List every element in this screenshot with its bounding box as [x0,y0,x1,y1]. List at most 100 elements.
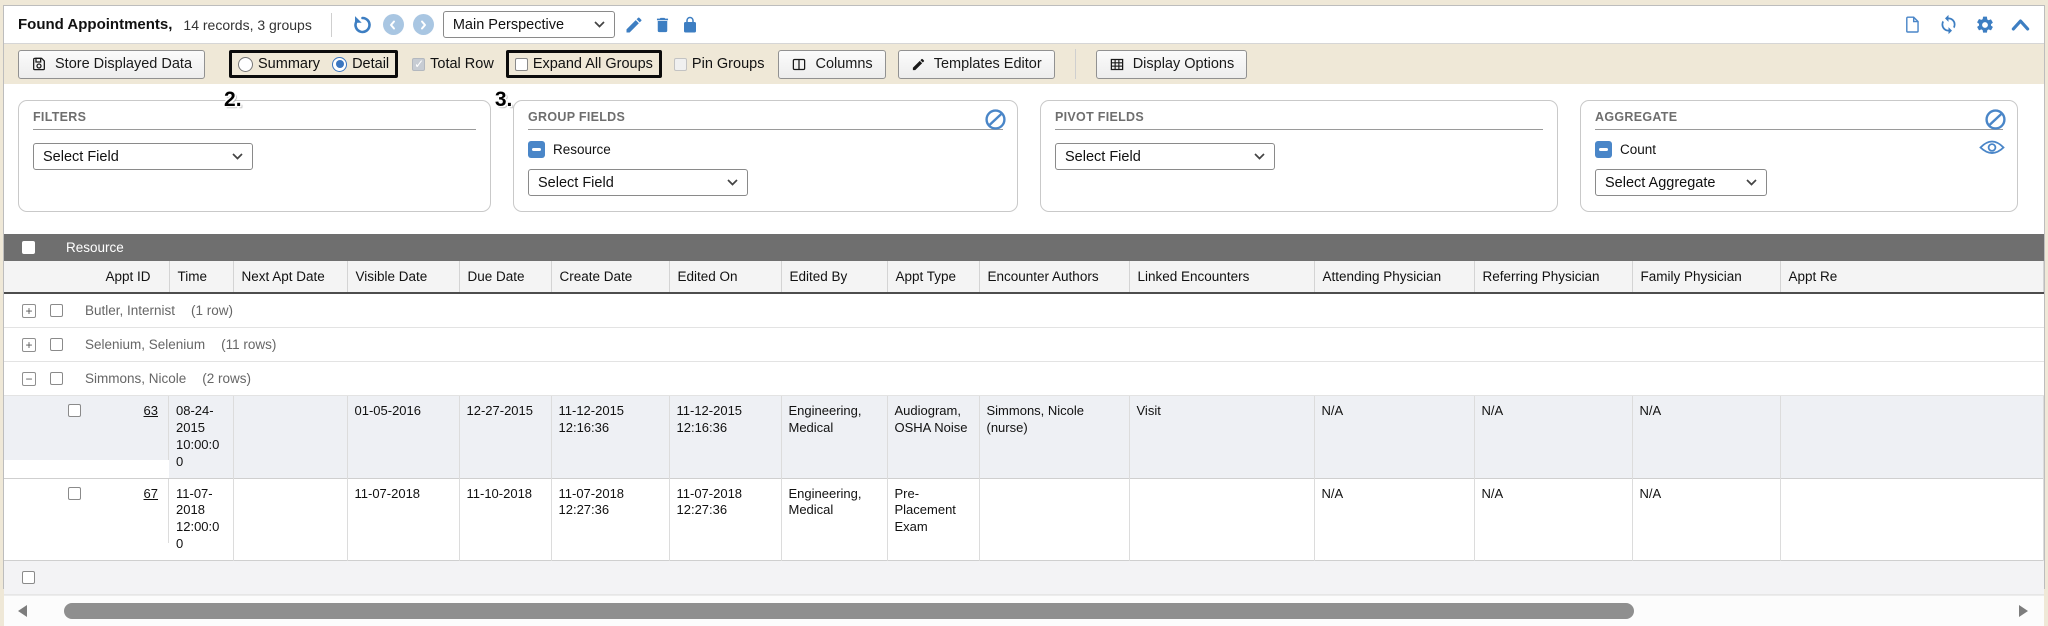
expand-all-groups-checkbox[interactable] [515,58,528,71]
select-aggregate[interactable]: Select Aggregate [1595,169,1767,196]
cell-family-physician: N/A [1632,396,1780,479]
col-header-attending-physician[interactable]: Attending Physician [1314,261,1474,293]
aggregate-visibility-button[interactable] [1979,139,2005,156]
col-header-appt-re[interactable]: Appt Re [1780,261,2044,293]
select-all-checkbox[interactable] [22,241,35,254]
aggregate-item-count[interactable]: Count [1595,141,2003,158]
aggregate-item-label: Count [1620,142,1656,157]
edit-perspective-button[interactable] [624,15,644,35]
col-header-next-apt-date[interactable]: Next Apt Date [233,261,347,293]
summary-radio[interactable] [238,57,253,72]
circle-slash-icon [984,108,1007,131]
group-checkbox[interactable] [50,304,63,317]
blank-page-icon [1903,14,1922,35]
appt-id-link[interactable]: 63 [144,403,158,420]
undo-button[interactable] [351,13,374,36]
table-row-appt-63: 63 08-24-2015 10:00:00 01-05-2016 12-27-… [4,396,2044,479]
chevron-left-icon [387,19,399,31]
summary-radio-group[interactable]: Summary [238,56,320,72]
cell-create-date: 11-12-2015 12:16:36 [551,396,669,479]
filters-card: FILTERS Select Field [18,100,491,212]
cell-linked-encounters: Visit [1129,396,1314,479]
new-document-button[interactable] [1903,14,1922,35]
total-row-checkbox[interactable] [412,58,425,71]
col-header-referring-physician[interactable]: Referring Physician [1474,261,1632,293]
total-row-label: Total Row [430,56,494,72]
cell-edited-on: 11-07-2018 12:27:36 [669,478,781,561]
expand-toggle[interactable]: + [22,338,36,352]
pivot-fields-select-field[interactable]: Select Field [1055,143,1275,170]
col-header-appt-id[interactable]: Appt ID [4,261,169,293]
scroll-left-arrow[interactable] [18,605,27,617]
filters-select-field[interactable]: Select Field [33,143,253,170]
group-row-count: (2 rows) [202,371,251,386]
perspective-select[interactable]: Main Perspective [443,11,615,38]
minus-square-icon[interactable] [1595,141,1612,158]
scroll-right-arrow[interactable] [2019,605,2028,617]
col-header-linked-encounters[interactable]: Linked Encounters [1129,261,1314,293]
table-grid-icon [1109,57,1125,72]
cell-appt-re [1780,396,2044,479]
columns-button[interactable]: Columns [778,50,885,79]
store-displayed-data-button[interactable]: Store Displayed Data [18,50,205,79]
group-fields-select-field[interactable]: Select Field [528,169,748,196]
col-header-edited-by[interactable]: Edited By [781,261,887,293]
titlebar-right-icons [1903,14,2030,35]
footer-checkbox[interactable] [22,571,35,584]
group-header-bar: Resource [4,234,2044,261]
detail-radio-group[interactable]: Detail [332,56,389,72]
collapse-toggle[interactable]: − [22,372,36,386]
display-options-button[interactable]: Display Options [1096,50,1248,79]
pivot-fields-card: PIVOT FIELDS Select Field [1040,100,1558,212]
appt-id-link[interactable]: 67 [144,486,158,503]
results-grid: Resource Appt ID Time Next Apt Date Visi… [4,234,2044,626]
col-header-create-date[interactable]: Create Date [551,261,669,293]
col-header-family-physician[interactable]: Family Physician [1632,261,1780,293]
delete-perspective-button[interactable] [653,15,672,35]
pin-groups-checkbox[interactable] [674,58,687,71]
group-label: Simmons, Nicole [85,371,186,386]
col-header-due-date[interactable]: Due Date [459,261,551,293]
cell-edited-by: Engineering, Medical [781,478,887,561]
cell-attending-physician: N/A [1314,478,1474,561]
pin-groups-control[interactable]: Pin Groups [674,56,765,72]
group-checkbox[interactable] [50,338,63,351]
refresh-button[interactable] [1938,14,1959,35]
table-row-appt-67: 67 11-07-2018 12:00:00 11-07-2018 11-10-… [4,478,2044,561]
group-field-item-resource[interactable]: Resource [528,141,1003,158]
group-row-count: (1 row) [191,303,233,318]
col-header-edited-on[interactable]: Edited On [669,261,781,293]
cell-family-physician: N/A [1632,478,1780,561]
forward-button[interactable] [413,14,434,35]
row-checkbox[interactable] [68,404,81,417]
settings-button[interactable] [1975,15,1995,35]
cell-encounter-authors [979,478,1129,561]
aggregate-card: AGGREGATE Count Select Aggregate [1580,100,2018,212]
detail-radio[interactable] [332,57,347,72]
clear-group-fields-button[interactable] [984,108,1007,131]
minus-square-icon[interactable] [528,141,545,158]
scrollbar-thumb[interactable] [64,603,1634,619]
expand-toggle[interactable]: + [22,304,36,318]
col-header-appt-type[interactable]: Appt Type [887,261,979,293]
col-header-encounter-authors[interactable]: Encounter Authors [979,261,1129,293]
row-checkbox[interactable] [68,487,81,500]
divider [331,13,332,37]
templates-editor-button[interactable]: Templates Editor [898,50,1055,79]
lock-perspective-button[interactable] [681,15,699,35]
group-checkbox[interactable] [50,372,63,385]
group-row-selenium: + Selenium, Selenium (11 rows) [4,328,2044,362]
total-row-control[interactable]: Total Row [412,56,494,72]
expand-all-groups-control[interactable]: Expand All Groups [515,56,653,72]
col-header-time[interactable]: Time [169,261,233,293]
clear-aggregate-button[interactable] [1984,108,2007,131]
annotation-box-summary-detail: Summary Detail 2. [229,50,398,78]
back-button[interactable] [383,14,404,35]
col-header-visible-date[interactable]: Visible Date [347,261,459,293]
collapse-panel-button[interactable] [2011,18,2030,32]
divider [1075,49,1076,79]
detail-label: Detail [352,56,389,72]
circle-slash-icon [1984,108,2007,131]
horizontal-scrollbar[interactable] [4,595,2044,626]
annotation-callout-3: 3. [495,89,513,110]
